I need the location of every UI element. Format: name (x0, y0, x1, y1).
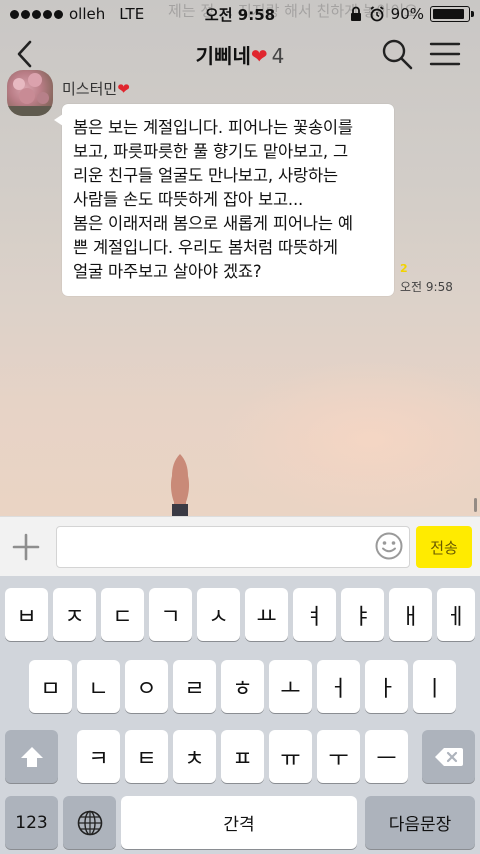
carrier-name: olleh (69, 5, 106, 23)
key[interactable]: ㄹ (173, 660, 216, 713)
search-icon[interactable] (380, 37, 414, 71)
unread-count: 2 (400, 262, 408, 275)
status-bar: olleh LTE 오전 9:58 90% (0, 0, 480, 28)
battery-icon (430, 6, 474, 22)
hamburger-menu-icon[interactable] (428, 38, 462, 70)
sender-name: 미스터민❤ (62, 78, 130, 99)
message-timestamp: 오전 9:58 (400, 280, 453, 294)
key[interactable]: ㅂ (5, 588, 48, 641)
sky-glow (220, 360, 480, 516)
statue-silhouette (170, 454, 190, 516)
message-text: 봄은 보는 계절입니다. 피어나는 꽃송이를 보고, 파릇파릇한 풀 향기도 맡… (73, 118, 353, 281)
key[interactable]: ㅌ (125, 730, 168, 783)
backspace-key[interactable] (422, 730, 475, 783)
key[interactable]: ㅓ (317, 660, 360, 713)
signal-strength-icon (10, 9, 63, 19)
key[interactable]: ㅕ (293, 588, 336, 641)
key[interactable]: ㄷ (101, 588, 144, 641)
key[interactable]: ㅐ (389, 588, 432, 641)
battery-percent: 90% (390, 5, 424, 23)
key[interactable]: ㅣ (413, 660, 456, 713)
korean-keyboard: ㅂ ㅈ ㄷ ㄱ ㅅ ㅛ ㅕ ㅑ ㅐ ㅔ ㅁ ㄴ ㅇ ㄹ ㅎ ㅗ ㅓ ㅏ ㅣ ㅋ … (0, 576, 480, 854)
message-bubble[interactable]: 봄은 보는 계절입니다. 피어나는 꽃송이를 보고, 파릇파릇한 풀 향기도 맡… (54, 104, 394, 296)
scrollbar[interactable] (474, 498, 477, 512)
key[interactable]: ㄱ (149, 588, 192, 641)
space-key[interactable]: 간격 (121, 796, 357, 849)
shift-key[interactable] (5, 730, 58, 783)
backspace-icon (434, 747, 463, 766)
shift-arrow-icon (20, 746, 43, 767)
key[interactable]: ㅠ (269, 730, 312, 783)
key[interactable]: ㅜ (317, 730, 360, 783)
globe-icon (77, 810, 102, 835)
heart-icon: ❤ (250, 44, 268, 68)
chat-room-name: 기삐네 (195, 44, 251, 68)
key[interactable]: ㅊ (173, 730, 216, 783)
message-input[interactable] (56, 526, 410, 568)
key[interactable]: ㅛ (245, 588, 288, 641)
key[interactable]: ㅍ (221, 730, 264, 783)
heart-icon: ❤ (117, 80, 130, 98)
send-button[interactable]: 전송 (416, 526, 472, 568)
key[interactable]: ㅁ (29, 660, 72, 713)
alarm-icon (370, 6, 384, 22)
key[interactable]: ㅡ (365, 730, 408, 783)
network-type: LTE (119, 5, 145, 23)
clock: 오전 9:58 (204, 5, 276, 24)
sender-label: 미스터민 (62, 80, 118, 98)
numbers-key[interactable]: 123 (5, 796, 58, 849)
key[interactable]: ㅗ (269, 660, 312, 713)
key[interactable]: ㅇ (125, 660, 168, 713)
key[interactable]: ㅔ (437, 588, 475, 641)
lock-rotation-icon (350, 6, 361, 21)
globe-key[interactable] (63, 796, 116, 849)
chat-header: 기삐네❤ 4 (0, 28, 480, 80)
return-key[interactable]: 다음문장 (365, 796, 475, 849)
emoji-icon[interactable] (374, 531, 404, 561)
key[interactable]: ㅑ (341, 588, 384, 641)
key[interactable]: ㄴ (77, 660, 120, 713)
key[interactable]: ㅏ (365, 660, 408, 713)
key[interactable]: ㅎ (221, 660, 264, 713)
member-count: 4 (271, 44, 285, 68)
key[interactable]: ㅅ (197, 588, 240, 641)
key[interactable]: ㅈ (53, 588, 96, 641)
message-input-bar: 전송 (0, 516, 480, 576)
plus-icon[interactable] (10, 531, 42, 563)
key[interactable]: ㅋ (77, 730, 120, 783)
